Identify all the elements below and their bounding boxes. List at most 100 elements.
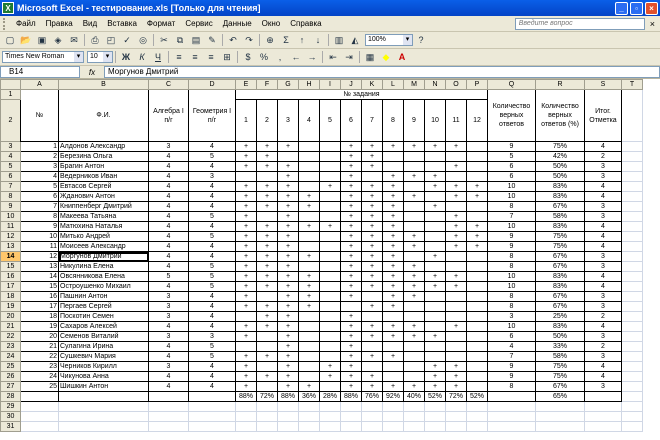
task-result-cell[interactable]: + — [235, 321, 257, 332]
task-result-cell[interactable] — [361, 171, 383, 182]
geometry-grade-cell[interactable]: 4 — [188, 201, 236, 212]
cell[interactable] — [188, 411, 236, 422]
header-algebra-cell[interactable]: Алгебра I п/г — [148, 89, 189, 142]
row-header[interactable]: 17 — [0, 281, 21, 292]
correct-count-cell[interactable]: 8 — [487, 201, 536, 212]
column-header[interactable]: R — [535, 79, 585, 90]
row-header[interactable]: 22 — [0, 331, 21, 342]
task-result-cell[interactable]: + — [340, 371, 362, 382]
task-result-cell[interactable] — [361, 311, 383, 322]
task-result-cell[interactable] — [298, 181, 320, 192]
task-result-cell[interactable]: + — [466, 241, 488, 252]
task-result-cell[interactable]: + — [235, 301, 257, 312]
print-icon[interactable]: ⎙ — [88, 34, 102, 47]
spelling-icon[interactable]: ✓ — [120, 34, 134, 47]
cell[interactable] — [382, 411, 404, 422]
task-result-cell[interactable]: + — [277, 261, 299, 272]
column-header[interactable]: M — [403, 79, 425, 90]
task-result-cell[interactable]: + — [424, 361, 446, 372]
student-name-cell[interactable]: Книппенберг Дмитрий — [58, 201, 149, 212]
task-result-cell[interactable]: + — [403, 261, 425, 272]
cell[interactable] — [340, 411, 362, 422]
task-result-cell[interactable]: + — [235, 291, 257, 302]
cell[interactable] — [424, 401, 446, 412]
task-result-cell[interactable] — [445, 151, 467, 162]
format-painter-icon[interactable]: ✎ — [205, 34, 219, 47]
correct-percent-cell[interactable]: 50% — [535, 161, 585, 172]
student-number-cell[interactable]: 14 — [20, 271, 59, 282]
redo-icon[interactable]: ↷ — [242, 34, 256, 47]
row-header[interactable]: 20 — [0, 311, 21, 322]
menu-item[interactable]: Формат — [142, 19, 180, 28]
research-icon[interactable]: ◎ — [136, 34, 150, 47]
task-result-cell[interactable] — [466, 331, 488, 342]
task-result-cell[interactable] — [382, 341, 404, 352]
correct-count-cell[interactable]: 8 — [487, 381, 536, 392]
student-number-cell[interactable]: 24 — [20, 371, 59, 382]
final-grade-cell[interactable]: 3 — [584, 251, 622, 262]
correct-percent-cell[interactable]: 42% — [535, 151, 585, 162]
task-result-cell[interactable] — [424, 221, 446, 232]
student-number-cell[interactable]: 2 — [20, 151, 59, 162]
task-result-cell[interactable]: + — [256, 351, 278, 362]
row-header[interactable]: 15 — [0, 261, 21, 272]
task-result-cell[interactable]: + — [340, 171, 362, 182]
task-result-cell[interactable] — [298, 211, 320, 222]
cell[interactable] — [256, 401, 278, 412]
task-result-cell[interactable]: + — [340, 251, 362, 262]
menu-item[interactable]: Правка — [41, 19, 78, 28]
column-header[interactable]: S — [584, 79, 622, 90]
task-result-cell[interactable] — [298, 331, 320, 342]
algebra-grade-cell[interactable]: 3 — [148, 291, 189, 302]
task-result-cell[interactable]: + — [277, 291, 299, 302]
correct-percent-cell[interactable]: 67% — [535, 301, 585, 312]
row-header[interactable]: 23 — [0, 341, 21, 352]
borders-icon[interactable]: ▦ — [363, 51, 377, 64]
final-grade-cell[interactable]: 3 — [584, 261, 622, 272]
column-header[interactable]: D — [188, 79, 236, 90]
final-grade-cell[interactable]: 3 — [584, 301, 622, 312]
row-header[interactable]: 14 — [0, 251, 21, 262]
task-result-cell[interactable]: + — [256, 241, 278, 252]
cell[interactable] — [319, 411, 341, 422]
task-result-cell[interactable] — [424, 341, 446, 352]
task-result-cell[interactable]: + — [361, 331, 383, 342]
insert-function-icon[interactable]: fx — [82, 68, 102, 77]
cell[interactable] — [621, 161, 643, 172]
task-result-cell[interactable]: + — [361, 141, 383, 152]
correct-count-cell[interactable]: 7 — [487, 351, 536, 362]
final-grade-cell[interactable]: 3 — [584, 381, 622, 392]
task-result-cell[interactable]: + — [256, 191, 278, 202]
column-header[interactable]: L — [382, 79, 404, 90]
task-result-cell[interactable]: + — [256, 151, 278, 162]
task-result-cell[interactable]: + — [403, 281, 425, 292]
task-result-cell[interactable]: + — [277, 371, 299, 382]
algebra-grade-cell[interactable]: 4 — [148, 171, 189, 182]
task-result-cell[interactable]: + — [235, 281, 257, 292]
task-result-cell[interactable] — [424, 311, 446, 322]
task-result-cell[interactable] — [466, 381, 488, 392]
task-result-cell[interactable]: + — [403, 321, 425, 332]
task-result-cell[interactable] — [298, 351, 320, 362]
correct-percent-cell[interactable]: 67% — [535, 261, 585, 272]
row-header[interactable]: 13 — [0, 241, 21, 252]
task-result-cell[interactable] — [319, 311, 341, 322]
column-header[interactable]: K — [361, 79, 383, 90]
row-header[interactable]: 12 — [0, 231, 21, 242]
task-result-cell[interactable] — [424, 351, 446, 362]
task-result-cell[interactable]: + — [361, 251, 383, 262]
task-result-cell[interactable] — [361, 341, 383, 352]
final-grade-cell[interactable]: 3 — [584, 161, 622, 172]
algebra-grade-cell[interactable]: 4 — [148, 221, 189, 232]
task-result-cell[interactable] — [403, 161, 425, 172]
cell[interactable] — [535, 421, 585, 432]
task-result-cell[interactable]: + — [361, 241, 383, 252]
student-number-cell[interactable]: 18 — [20, 311, 59, 322]
algebra-grade-cell[interactable]: 4 — [148, 351, 189, 362]
column-header[interactable]: H — [298, 79, 320, 90]
task-percent-cell[interactable]: 28% — [319, 391, 341, 402]
drawing-icon[interactable]: ◭ — [348, 34, 362, 47]
save-icon[interactable]: ▣ — [35, 34, 49, 47]
correct-percent-cell[interactable]: 67% — [535, 251, 585, 262]
select-all-corner[interactable] — [0, 79, 21, 90]
